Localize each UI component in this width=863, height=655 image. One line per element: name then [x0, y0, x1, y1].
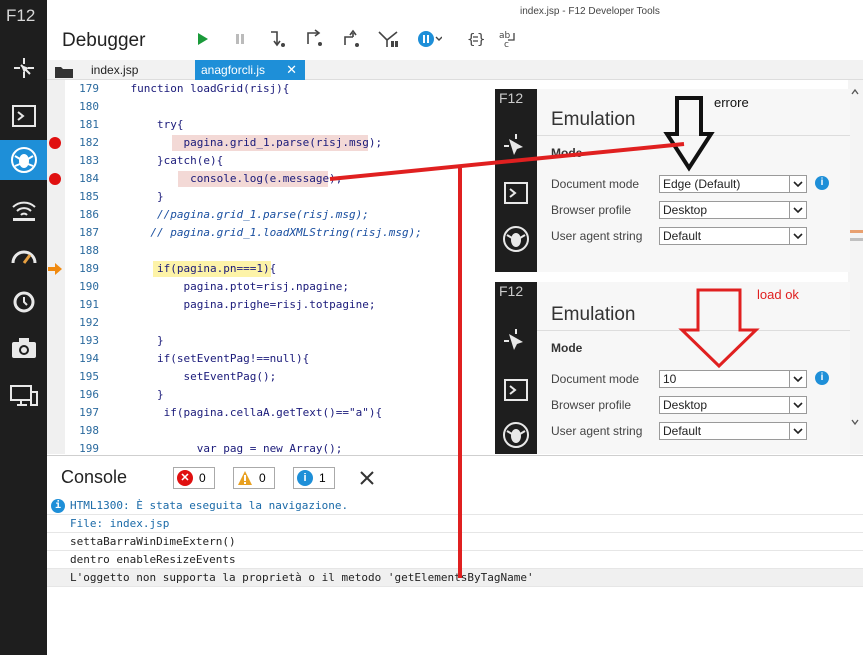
black-down-arrow: [663, 96, 715, 172]
annotation-load-ok: load ok: [757, 287, 799, 302]
annotation-errore: errore: [714, 95, 749, 110]
red-down-arrow: [678, 288, 760, 369]
red-connector-line: [329, 142, 685, 181]
